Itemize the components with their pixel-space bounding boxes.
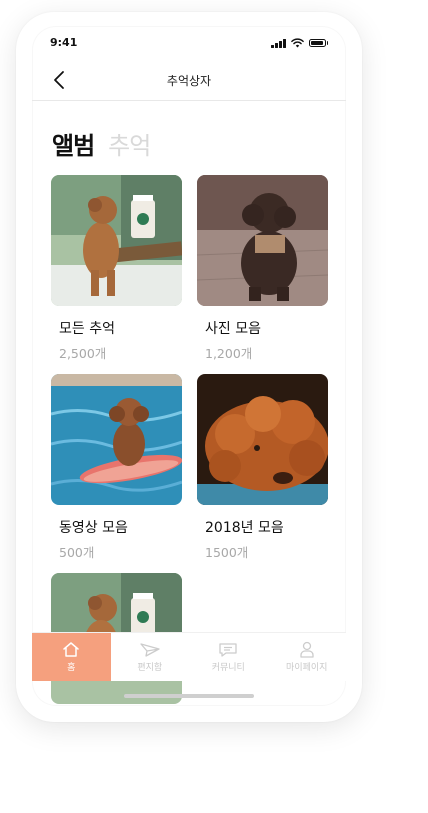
dog-photo-image	[197, 175, 328, 306]
dog-photo-image	[51, 175, 182, 306]
album-count: 1,200개	[205, 346, 253, 361]
tab-label: 홈	[67, 663, 76, 673]
album-thumbnail[interactable]	[197, 374, 328, 505]
tab-album[interactable]: 앨범	[52, 126, 95, 161]
album-count: 1500개	[205, 545, 249, 560]
album-thumbnail[interactable]	[51, 175, 182, 306]
dog-photo-image	[51, 374, 182, 505]
chat-bubble-icon	[219, 642, 237, 657]
home-icon	[63, 642, 79, 657]
tab-mailbox[interactable]: 편지함	[111, 633, 190, 681]
album-count: 2,500개	[59, 346, 107, 361]
app-screen: 9:41 추억상자 앨범 추억 모든 추억 2,500개 사진 모음 1,200…	[32, 26, 346, 706]
status-bar: 9:41	[32, 26, 346, 62]
segment-control: 앨범 추억	[52, 126, 151, 161]
nav-bar: 추억상자	[32, 62, 346, 101]
battery-icon	[308, 39, 326, 47]
album-card-all[interactable]: 모든 추억 2,500개	[51, 175, 182, 361]
album-card-videos[interactable]: 동영상 모음 500개	[51, 374, 182, 560]
tab-label: 마이페이지	[286, 663, 328, 673]
home-indicator	[124, 694, 254, 698]
page-title: 추억상자	[166, 74, 212, 88]
tab-label: 편지함	[137, 662, 163, 673]
cellular-signal-icon	[271, 38, 286, 48]
tab-memory[interactable]: 추억	[108, 126, 151, 161]
paper-plane-icon	[140, 642, 160, 657]
wifi-icon	[290, 38, 304, 48]
bottom-tab-bar: 홈 편지함 커뮤니티 마이페이지	[32, 632, 346, 681]
album-title: 모든 추억	[59, 321, 115, 337]
tab-mypage[interactable]: 마이페이지	[268, 633, 347, 681]
album-card-2018[interactable]: 2018년 모음 1500개	[197, 374, 328, 560]
album-card-photos[interactable]: 사진 모음 1,200개	[197, 175, 328, 361]
album-count: 500개	[59, 545, 95, 560]
album-title: 2018년 모음	[205, 520, 284, 536]
tab-label: 커뮤니티	[211, 662, 245, 673]
tab-community[interactable]: 커뮤니티	[189, 633, 268, 681]
album-title: 사진 모음	[205, 321, 261, 337]
dog-photo-image	[197, 374, 328, 505]
tab-home[interactable]: 홈	[32, 633, 111, 681]
album-thumbnail[interactable]	[197, 175, 328, 306]
album-thumbnail[interactable]	[51, 374, 182, 505]
person-icon	[300, 641, 314, 658]
album-title: 동영상 모음	[59, 520, 128, 536]
status-time: 9:41	[50, 36, 78, 49]
status-icons	[271, 38, 328, 48]
